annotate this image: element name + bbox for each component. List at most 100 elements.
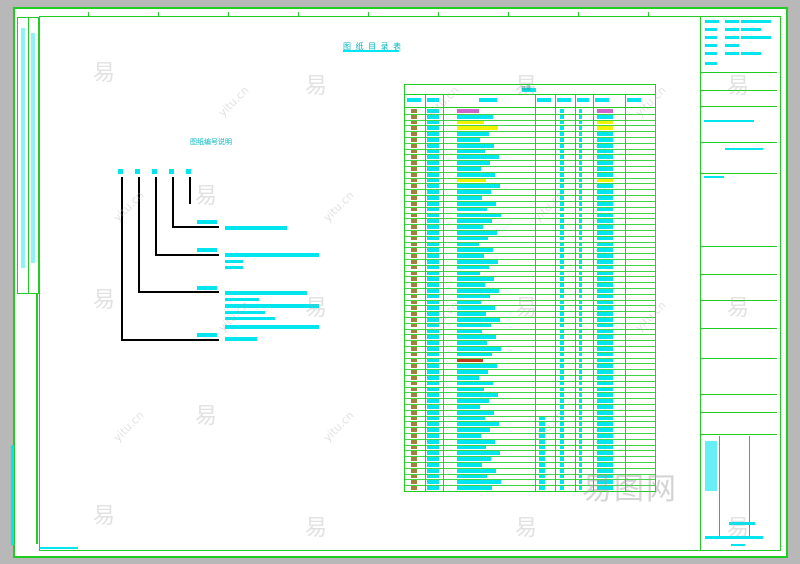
tb-rule bbox=[701, 394, 777, 395]
tb-text bbox=[741, 52, 761, 55]
row-code-cell bbox=[427, 486, 439, 490]
row-date-cell bbox=[597, 416, 613, 421]
row-code-cell bbox=[427, 167, 439, 171]
row-number-cell bbox=[411, 242, 417, 247]
row-code-cell bbox=[427, 375, 439, 380]
tb-rule bbox=[701, 142, 777, 143]
row-date-cell bbox=[597, 288, 613, 293]
row-number-cell bbox=[411, 405, 417, 409]
row-date-cell bbox=[597, 358, 613, 363]
row-code-cell bbox=[427, 364, 439, 369]
tb-rule bbox=[701, 90, 777, 91]
row-date-cell bbox=[597, 219, 613, 224]
tb-text bbox=[705, 62, 717, 65]
row-date-cell bbox=[597, 248, 613, 253]
row-date-cell bbox=[597, 381, 613, 386]
row-name-cell bbox=[457, 468, 496, 473]
title-underline bbox=[343, 50, 399, 52]
row-note-cell bbox=[579, 184, 582, 189]
row-version-cell bbox=[560, 242, 564, 247]
row-version-cell bbox=[560, 283, 564, 287]
row-name-cell bbox=[457, 474, 487, 479]
row-note-cell bbox=[579, 294, 582, 299]
row-note-cell bbox=[579, 132, 582, 136]
row-date-cell bbox=[597, 126, 613, 131]
row-date-cell bbox=[597, 457, 613, 461]
row-code-cell bbox=[427, 358, 439, 363]
row-code-cell bbox=[427, 474, 439, 479]
row-code-cell bbox=[427, 161, 439, 165]
row-name-cell bbox=[457, 271, 480, 276]
row-version-cell bbox=[560, 167, 564, 171]
row-spec-cell bbox=[539, 416, 545, 421]
title-block-header bbox=[703, 18, 775, 70]
ruler-tick bbox=[648, 12, 649, 16]
row-version-cell bbox=[560, 259, 564, 264]
row-code-cell bbox=[427, 341, 439, 345]
row-name-cell bbox=[457, 213, 501, 218]
tb-text bbox=[725, 148, 763, 150]
row-code-cell bbox=[427, 312, 439, 316]
row-note-cell bbox=[579, 352, 582, 357]
row-name-cell bbox=[457, 190, 491, 194]
row-number-cell bbox=[411, 149, 417, 154]
row-date-cell bbox=[597, 132, 613, 136]
row-version-cell bbox=[560, 172, 564, 177]
row-number-cell bbox=[411, 271, 417, 276]
row-code-cell bbox=[427, 405, 439, 409]
row-date-cell bbox=[597, 317, 613, 322]
row-version-cell bbox=[560, 126, 564, 131]
row-note-cell bbox=[579, 149, 582, 154]
row-note-cell bbox=[579, 474, 582, 479]
tb-text bbox=[704, 120, 754, 122]
tb-text bbox=[705, 536, 763, 539]
row-date-cell bbox=[597, 254, 613, 258]
row-code-cell bbox=[427, 387, 439, 392]
row-name-cell bbox=[457, 370, 488, 374]
row-number-cell bbox=[411, 248, 417, 253]
digit-mark bbox=[135, 169, 140, 174]
row-number-cell bbox=[411, 294, 417, 299]
row-note-cell bbox=[579, 410, 582, 415]
row-number-cell bbox=[411, 352, 417, 357]
tb-text bbox=[704, 176, 724, 178]
row-note-cell bbox=[579, 300, 582, 305]
row-version-cell bbox=[560, 201, 564, 206]
row-code-cell bbox=[427, 346, 439, 351]
row-version-cell bbox=[560, 143, 564, 148]
row-number-cell bbox=[411, 410, 417, 415]
row-code-cell bbox=[427, 306, 439, 311]
row-note-cell bbox=[579, 213, 582, 218]
row-number-cell bbox=[411, 283, 417, 287]
row-code-cell bbox=[427, 143, 439, 148]
row-name-cell bbox=[457, 207, 487, 212]
row-date-cell bbox=[597, 190, 613, 194]
ruler-tick bbox=[228, 12, 229, 16]
title-block-signatures bbox=[703, 436, 775, 548]
label-text bbox=[225, 253, 319, 257]
row-name-cell bbox=[457, 381, 493, 386]
row-name-cell bbox=[457, 138, 480, 142]
row-code-cell bbox=[427, 138, 439, 142]
row-spec-cell bbox=[539, 486, 545, 490]
label-text bbox=[225, 226, 287, 230]
row-date-cell bbox=[597, 445, 613, 450]
row-note-cell bbox=[579, 236, 582, 241]
row-date-cell bbox=[597, 184, 613, 189]
row-name-cell bbox=[457, 393, 498, 398]
row-date-cell bbox=[597, 393, 613, 398]
row-number-cell bbox=[411, 306, 417, 311]
row-spec-cell bbox=[539, 468, 545, 473]
column-header bbox=[627, 98, 641, 102]
row-note-cell bbox=[579, 480, 582, 485]
row-name-cell bbox=[457, 277, 494, 282]
tb-col bbox=[719, 436, 720, 536]
row-version-cell bbox=[560, 358, 564, 363]
row-name-cell bbox=[457, 312, 486, 316]
row-spec-cell bbox=[539, 439, 545, 444]
row-code-cell bbox=[427, 132, 439, 136]
row-note-cell bbox=[579, 329, 582, 334]
row-number-cell bbox=[411, 277, 417, 282]
ruler-tick bbox=[368, 12, 369, 16]
row-date-cell bbox=[597, 346, 613, 351]
